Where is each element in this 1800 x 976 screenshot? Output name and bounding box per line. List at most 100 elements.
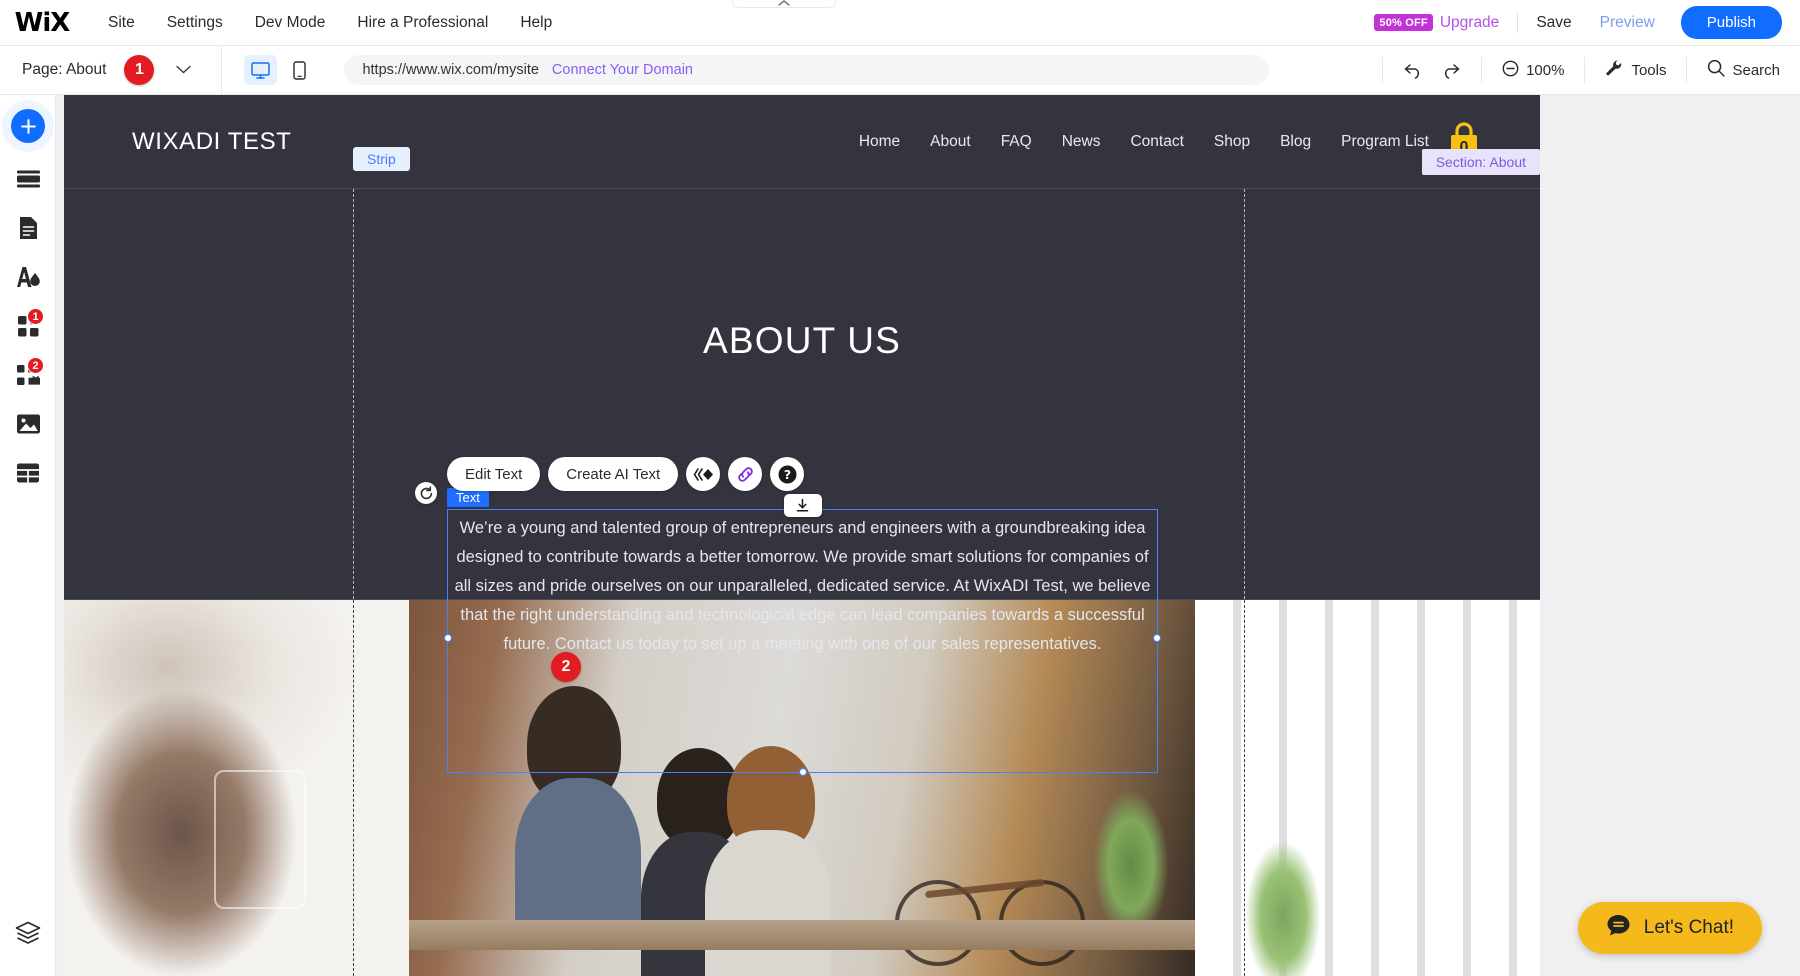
tools-button[interactable]: Tools bbox=[1605, 59, 1666, 81]
zoom-out-icon[interactable] bbox=[1502, 60, 1519, 81]
plus-icon bbox=[11, 109, 45, 143]
left-sidebar: 1 2 bbox=[0, 95, 56, 976]
site-header[interactable]: WIXADI TEST Home About FAQ News Contact … bbox=[64, 95, 1540, 188]
nav-link-contact[interactable]: Contact bbox=[1115, 133, 1198, 151]
edit-text-button[interactable]: Edit Text bbox=[447, 457, 541, 491]
sidebar-item-media-manager[interactable] bbox=[0, 402, 56, 451]
zoom-control[interactable]: 100% bbox=[1502, 60, 1564, 81]
page-icon bbox=[18, 216, 39, 245]
wrench-icon bbox=[1605, 59, 1624, 81]
link-icon[interactable] bbox=[728, 457, 763, 491]
editor-canvas[interactable]: WIXADI TEST Home About FAQ News Contact … bbox=[56, 95, 1800, 976]
app-market-badge: 1 bbox=[27, 308, 44, 325]
sidebar-bottom bbox=[0, 911, 56, 960]
image-overlay bbox=[64, 600, 409, 976]
resize-handle-left[interactable] bbox=[444, 634, 452, 642]
nav-link-shop[interactable]: Shop bbox=[1199, 133, 1265, 151]
save-button[interactable]: Save bbox=[1536, 14, 1571, 32]
image-overlay bbox=[1195, 600, 1540, 976]
divider bbox=[1517, 12, 1519, 33]
publish-button[interactable]: Publish bbox=[1680, 6, 1782, 39]
menu-item-help[interactable]: Help bbox=[504, 8, 568, 38]
lets-chat-label: Let's Chat! bbox=[1643, 917, 1734, 938]
my-business-badge: 2 bbox=[27, 357, 44, 374]
rotate-icon[interactable] bbox=[415, 482, 437, 504]
desktop-view-button[interactable] bbox=[244, 55, 278, 85]
sidebar-item-layers[interactable] bbox=[0, 911, 56, 960]
layout-guide-right bbox=[1244, 600, 1245, 976]
collapse-toolbar-handle[interactable] bbox=[732, 0, 836, 8]
gallery-image-3[interactable] bbox=[1195, 600, 1540, 976]
about-paragraph[interactable]: We’re a young and talented group of entr… bbox=[448, 514, 1157, 659]
undo-icon[interactable] bbox=[1403, 62, 1424, 79]
upgrade-link[interactable]: Upgrade bbox=[1440, 14, 1499, 32]
image-icon bbox=[16, 413, 41, 440]
discount-badge: 50% OFF bbox=[1374, 14, 1433, 31]
view-mode-switch bbox=[221, 45, 316, 95]
sidebar-item-my-business[interactable]: 2 bbox=[0, 353, 56, 402]
nav-link-news[interactable]: News bbox=[1047, 133, 1116, 151]
gallery-image-1[interactable] bbox=[64, 600, 409, 976]
theme-icon bbox=[14, 265, 42, 294]
about-strip[interactable]: ABOUT US Edit Text Create AI Text ? Text bbox=[64, 188, 1540, 776]
editor-tools: 100% Tools Search bbox=[1382, 46, 1800, 95]
search-label: Search bbox=[1732, 61, 1780, 79]
nav-link-about[interactable]: About bbox=[915, 133, 986, 151]
chat-bubble-icon bbox=[1606, 913, 1631, 943]
animation-icon[interactable] bbox=[686, 457, 721, 491]
chevron-down-icon[interactable] bbox=[176, 61, 192, 79]
menu-item-settings[interactable]: Settings bbox=[151, 8, 239, 38]
table-icon bbox=[16, 462, 40, 489]
annotation-badge-1: 1 bbox=[124, 55, 155, 85]
search-icon bbox=[1707, 59, 1726, 81]
create-ai-text-button[interactable]: Create AI Text bbox=[548, 457, 679, 491]
svg-text:?: ? bbox=[784, 467, 791, 482]
nav-link-home[interactable]: Home bbox=[844, 133, 915, 151]
history-group bbox=[1382, 57, 1481, 83]
page-selector-label: Page: About bbox=[22, 61, 107, 78]
nav-link-blog[interactable]: Blog bbox=[1265, 133, 1326, 151]
top-toolbar: WiX Site Settings Dev Mode Hire a Profes… bbox=[0, 0, 1800, 46]
layout-guide-left bbox=[353, 189, 354, 599]
menu-item-dev-mode[interactable]: Dev Mode bbox=[239, 8, 342, 38]
connect-domain-link[interactable]: Connect Your Domain bbox=[552, 62, 693, 78]
sidebar-item-app-market[interactable]: 1 bbox=[0, 304, 56, 353]
secondary-toolbar: Page: About 1 https://www.wix.com/mysite… bbox=[0, 45, 1800, 95]
lets-chat-button[interactable]: Let's Chat! bbox=[1577, 902, 1762, 954]
element-toolbar: Edit Text Create AI Text ? bbox=[447, 457, 805, 491]
nav-link-program-list[interactable]: Program List bbox=[1326, 133, 1444, 151]
site-url-bar[interactable]: https://www.wix.com/mysite Connect Your … bbox=[344, 55, 1270, 85]
zoom-level-label: 100% bbox=[1526, 61, 1565, 79]
search-button[interactable]: Search bbox=[1707, 59, 1780, 81]
strip-label-badge[interactable]: Strip bbox=[353, 147, 410, 171]
sidebar-item-add-section[interactable] bbox=[0, 157, 56, 206]
nav-link-faq[interactable]: FAQ bbox=[986, 133, 1047, 151]
selected-text-element[interactable]: Text We’re a young and talented group of… bbox=[415, 482, 1161, 776]
section-label-badge[interactable]: Section: About bbox=[1421, 149, 1540, 175]
site-logo[interactable]: WIXADI TEST bbox=[132, 128, 292, 156]
resize-handle-bottom[interactable] bbox=[798, 768, 807, 776]
sidebar-item-site-design[interactable] bbox=[0, 255, 56, 304]
sidebar-item-my-designs[interactable] bbox=[0, 451, 56, 500]
tools-label: Tools bbox=[1631, 61, 1667, 79]
redo-icon[interactable] bbox=[1440, 62, 1461, 79]
page-selector[interactable]: Page: About 1 bbox=[0, 55, 192, 85]
wix-logo[interactable]: WiX bbox=[14, 8, 71, 38]
layers-icon bbox=[15, 921, 41, 950]
preview-button[interactable]: Preview bbox=[1600, 14, 1655, 32]
site-navigation: Home About FAQ News Contact Shop Blog Pr… bbox=[844, 133, 1540, 151]
menu-item-site[interactable]: Site bbox=[92, 8, 151, 38]
mobile-view-button[interactable] bbox=[283, 55, 316, 85]
menu-item-hire-a-professional[interactable]: Hire a Professional bbox=[341, 8, 504, 38]
canvas-left-gutter bbox=[56, 95, 64, 976]
about-heading[interactable]: ABOUT US bbox=[64, 320, 1540, 362]
resize-handle-right[interactable] bbox=[1153, 634, 1161, 642]
annotation-badge-2: 2 bbox=[551, 652, 581, 682]
canvas-right-gutter bbox=[1540, 95, 1800, 976]
layout-guide-right bbox=[1244, 189, 1245, 599]
help-icon[interactable]: ? bbox=[770, 457, 805, 491]
sidebar-item-pages[interactable] bbox=[0, 206, 56, 255]
main-menu: Site Settings Dev Mode Hire a Profession… bbox=[92, 8, 568, 38]
sidebar-item-add-element[interactable] bbox=[0, 95, 56, 157]
site-preview[interactable]: WIXADI TEST Home About FAQ News Contact … bbox=[64, 95, 1540, 976]
